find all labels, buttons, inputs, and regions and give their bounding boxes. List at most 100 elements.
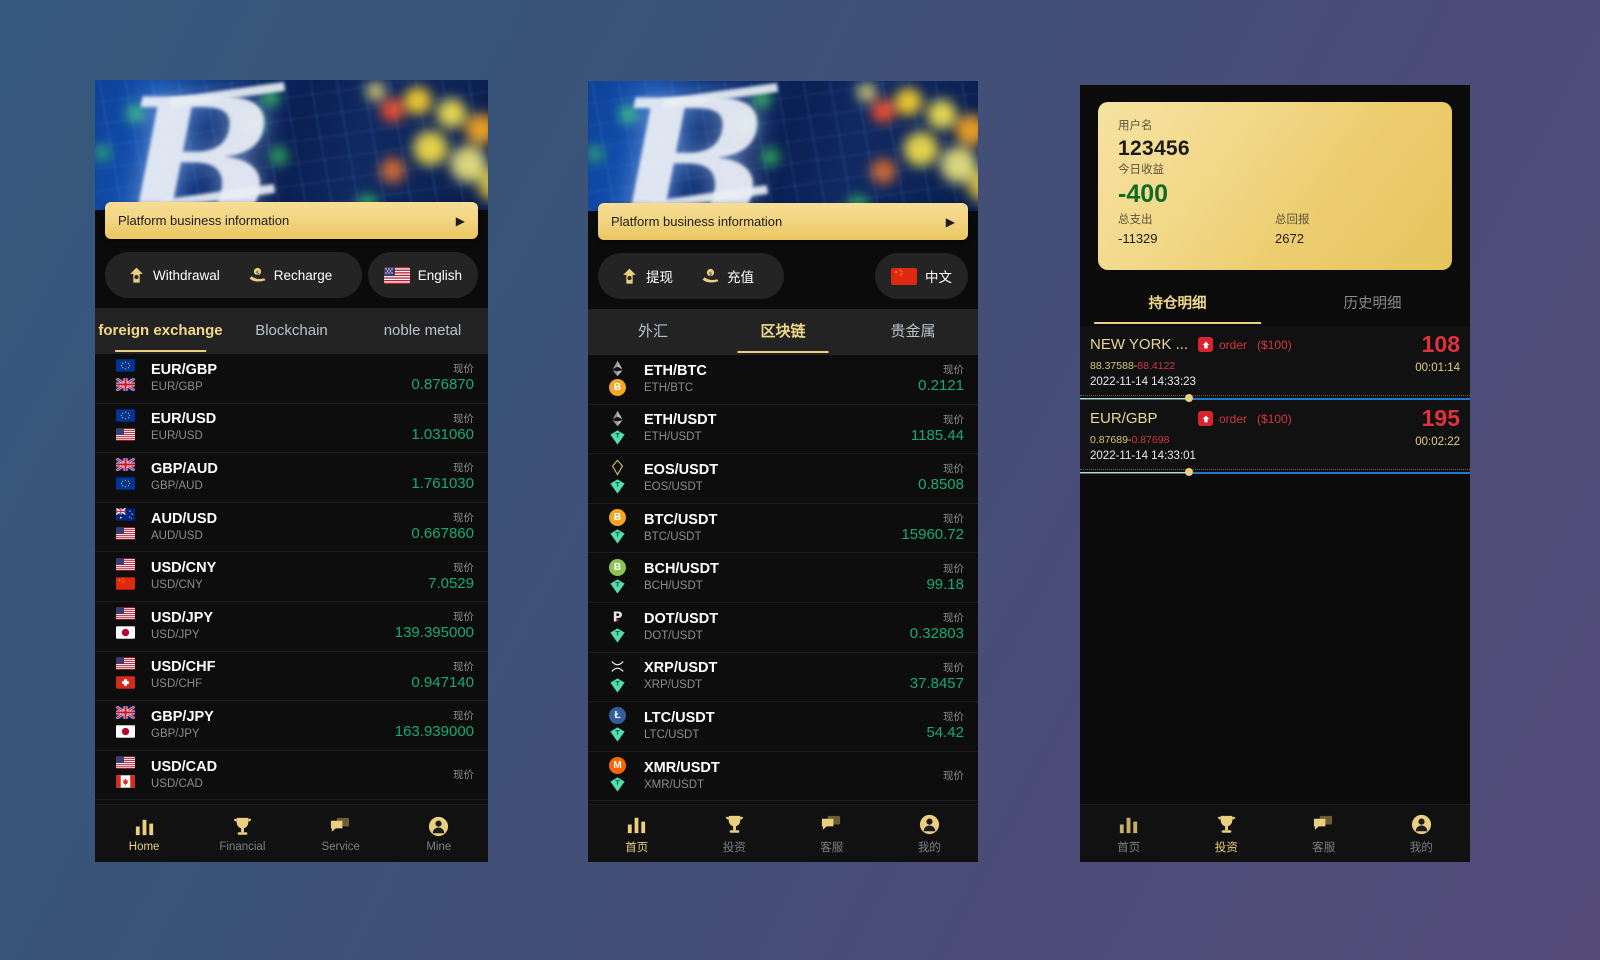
pair-symbol: GBP/JPY: [151, 708, 214, 725]
pair-icons: T: [600, 459, 644, 497]
today-profit-label: 今日收益: [1118, 164, 1164, 176]
market-row[interactable]: Ł T LTC/USDT LTC/USDT 现价 54.42: [588, 702, 978, 752]
bar-chart-icon: [135, 819, 153, 835]
trophy-icon: [725, 815, 743, 833]
price-value: 0.667860: [411, 525, 474, 543]
nav-mine[interactable]: Mine: [390, 815, 488, 853]
market-row[interactable]: USD/CNY USD/CNY 现价 7.0529: [95, 552, 488, 602]
nav-financial[interactable]: Financial: [193, 815, 291, 853]
svg-text:T: T: [615, 779, 620, 787]
nav-service-cn[interactable]: 客服: [783, 813, 881, 855]
market-row[interactable]: T XRP/USDT XRP/USDT 现价 37.8457: [588, 653, 978, 703]
pair-symbol: EUR/USD: [151, 411, 217, 428]
order-countdown: 00:01:14: [1415, 362, 1460, 374]
pair-symbol: ETH/USDT: [644, 412, 717, 429]
market-row[interactable]: Ƀ T BCH/USDT BCH/USDT 现价 99.18: [588, 553, 978, 603]
language-selector[interactable]: English: [367, 252, 478, 298]
market-row[interactable]: T ETH/USDT ETH/USDT 现价 1185.44: [588, 405, 978, 455]
nav-service[interactable]: Service: [292, 815, 390, 853]
pair-price-block: 现价 0.947140: [411, 660, 474, 692]
nav-mine-3[interactable]: 我的: [1373, 813, 1471, 855]
price-label: 现价: [453, 363, 474, 376]
withdraw-arrow-icon: [623, 268, 636, 284]
market-row[interactable]: M T XMR/USDT XMR/USDT 现价: [588, 752, 978, 802]
market-row[interactable]: GBP/AUD GBP/AUD 现价 1.761030: [95, 453, 488, 503]
pair-price-block: 现价 163.939000: [395, 709, 474, 741]
orders-list[interactable]: NEW YORK ... order ($100) 108 88.37588-88.41…: [1080, 326, 1470, 804]
tab-history[interactable]: 历史明细: [1275, 284, 1470, 324]
user-icon: [429, 816, 449, 836]
tab-noble-metal[interactable]: noble metal: [357, 308, 488, 354]
order-close-price: 0.87698: [1131, 434, 1170, 446]
recharge-hand-icon: $: [249, 267, 266, 282]
market-row[interactable]: T EOS/USDT EOS/USDT 现价 0.8508: [588, 454, 978, 504]
withdrawal-button-2[interactable]: 提现: [608, 266, 685, 286]
nav-invest-3[interactable]: 投资: [1178, 813, 1276, 855]
recharge-button[interactable]: $ Recharge: [236, 266, 345, 285]
pair-price-block: 现价 54.42: [926, 710, 964, 742]
recharge-button-2[interactable]: $ 充值: [689, 266, 766, 286]
svg-text:$: $: [709, 271, 713, 277]
svg-text:T: T: [615, 531, 620, 539]
market-row[interactable]: Ƀ ETH/BTC ETH/BTC 现价 0.2121: [588, 355, 978, 405]
price-value: 15960.72: [901, 526, 964, 544]
nav-service-3[interactable]: 客服: [1275, 813, 1373, 855]
order-row[interactable]: NEW YORK ... order ($100) 108 88.37588-88.41…: [1080, 326, 1470, 402]
pair-subsymbol: USD/CHF: [151, 678, 203, 691]
bottom-navigation-2: 首页 投资 客服 我的: [588, 804, 978, 862]
pair-icons: [107, 458, 151, 496]
ch-flag-icon: [116, 676, 135, 689]
withdrawal-button[interactable]: Withdrawal: [115, 266, 232, 285]
market-list[interactable]: EUR/GBP EUR/GBP 现价 0.876870 EUR/USD EUR/USD 现价…: [95, 354, 488, 862]
tab-open-positions[interactable]: 持仓明细: [1080, 284, 1275, 324]
tab-metal-cn[interactable]: 贵金属: [848, 309, 978, 355]
market-row[interactable]: GBP/JPY GBP/JPY 现价 163.939000: [95, 701, 488, 751]
pair-price-block: 现价 0.8508: [918, 462, 964, 494]
platform-info-banner-2[interactable]: Platform business information ▶: [598, 203, 968, 240]
price-value: 54.42: [926, 724, 964, 742]
chat-icon: [822, 815, 841, 830]
nav-home-cn[interactable]: 首页: [588, 813, 686, 855]
us-flag-icon: [116, 428, 135, 441]
market-row[interactable]: P T DOT/USDT DOT/USDT 现价 0.32803: [588, 603, 978, 653]
platform-info-label-2: Platform business information: [611, 214, 783, 229]
nav-mine-cn[interactable]: 我的: [881, 813, 979, 855]
market-list-2[interactable]: Ƀ ETH/BTC ETH/BTC 现价 0.2121 T ETH/USDT ETH/USDT…: [588, 355, 978, 862]
nav-home-label-3: 首页: [1117, 841, 1141, 854]
nav-mine-label-3: 我的: [1409, 841, 1433, 854]
nav-service-label-3: 客服: [1312, 841, 1336, 854]
market-row[interactable]: EUR/USD EUR/USD 现价 1.031060: [95, 404, 488, 454]
order-row[interactable]: EUR/GBP order ($100) 195 0.87689-0.87698 2022…: [1080, 400, 1470, 476]
language-selector-2[interactable]: 中文: [875, 253, 968, 299]
pair-names: ETH/USDT ETH/USDT: [644, 412, 911, 445]
usdt-icon: T: [609, 478, 626, 495]
tab-blockchain[interactable]: Blockchain: [226, 308, 357, 354]
price-label: 现价: [453, 512, 474, 525]
market-row[interactable]: EUR/GBP EUR/GBP 现价 0.876870: [95, 354, 488, 404]
pair-price-block: 现价 37.8457: [910, 661, 964, 693]
nav-home-3[interactable]: 首页: [1080, 813, 1178, 855]
phone-screen-account: 用户名 123456 今日收益 -400 总支出 -11329 总回报 2672…: [1080, 85, 1470, 862]
cn-flag-icon: [116, 576, 135, 590]
market-row[interactable]: AUD/USD AUD/USD 现价 0.667860: [95, 503, 488, 553]
tab-blockchain-cn[interactable]: 区块链: [718, 309, 848, 355]
arrow-up-badge-icon: [1198, 411, 1213, 426]
tab-foreign-exchange[interactable]: foreign exchange: [95, 308, 226, 354]
pair-icons: [107, 508, 151, 546]
nav-invest-cn[interactable]: 投资: [686, 813, 784, 855]
btc-icon: Ƀ: [609, 379, 626, 397]
total-spend-block: 总支出 -11329: [1118, 212, 1275, 249]
pair-names: GBP/AUD GBP/AUD: [151, 461, 411, 494]
market-row[interactable]: USD/CHF USD/CHF 现价 0.947140: [95, 652, 488, 702]
price-label: 现价: [453, 769, 474, 782]
bar-chart-icon: [628, 817, 646, 833]
platform-info-banner[interactable]: Platform business information ▶: [105, 202, 478, 239]
market-row[interactable]: Ƀ T BTC/USDT BTC/USDT 现价 15960.72: [588, 504, 978, 554]
tab-forex-cn[interactable]: 外汇: [588, 309, 718, 355]
action-row-2: 提现 $ 充值 中文: [598, 253, 968, 299]
nav-home[interactable]: Home: [95, 815, 193, 853]
market-row[interactable]: USD/CAD USD/CAD 现价: [95, 751, 488, 801]
pair-icons: [107, 607, 151, 645]
market-row[interactable]: USD/JPY USD/JPY 现价 139.395000: [95, 602, 488, 652]
order-amount: ($100): [1257, 411, 1292, 426]
